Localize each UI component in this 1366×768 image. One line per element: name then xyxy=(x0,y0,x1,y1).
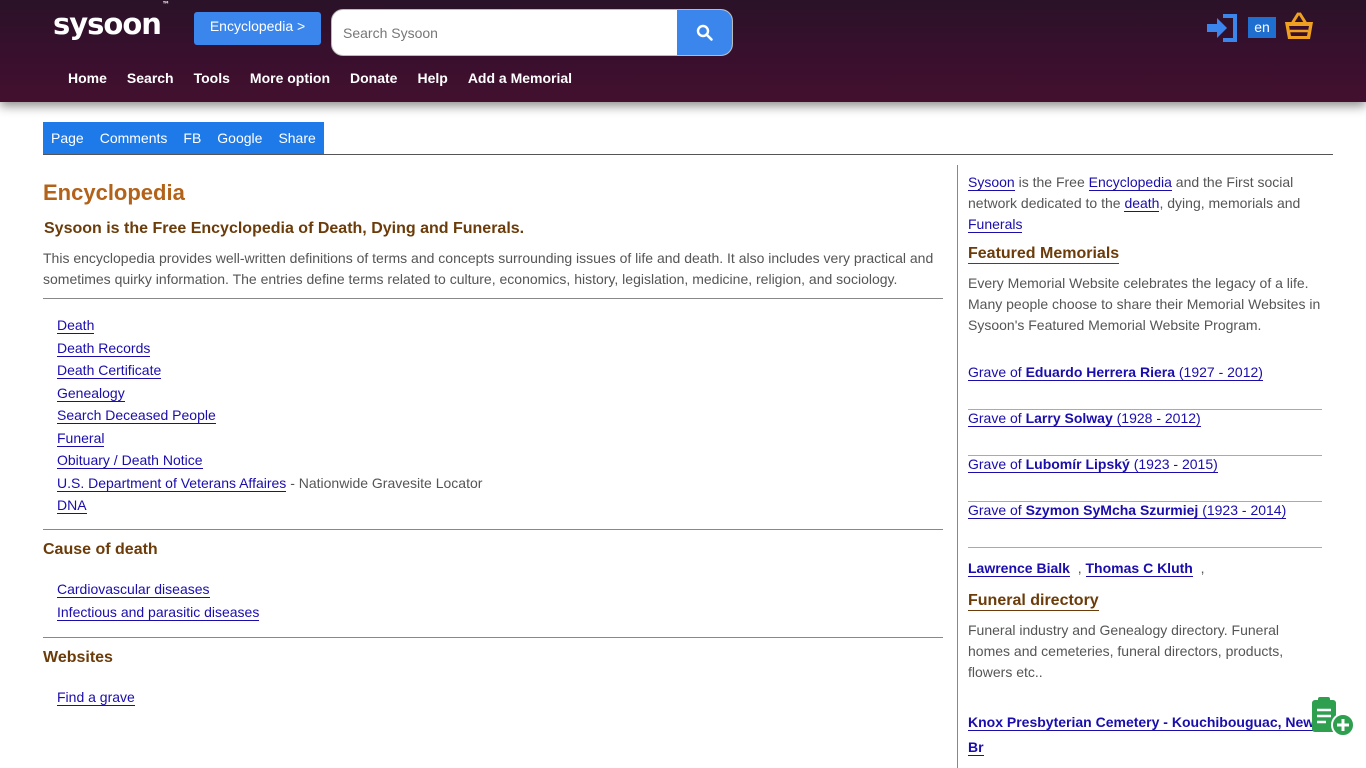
featured-memorials-heading[interactable]: Featured Memorials xyxy=(968,245,1120,264)
tab-page[interactable]: Page xyxy=(43,122,92,154)
site-header: sysoon™ Encyclopedia > Home Search Tools… xyxy=(0,0,1366,102)
nav-tools[interactable]: Tools xyxy=(184,70,240,86)
divider xyxy=(43,298,943,299)
search-button[interactable] xyxy=(677,10,732,55)
funeral-directory-text: Funeral industry and Genealogy directory… xyxy=(968,622,1284,680)
link-funerals[interactable]: Funerals xyxy=(968,216,1023,233)
link-suffix: - Nationwide Gravesite Locator xyxy=(286,474,483,491)
link-veterans-affaires[interactable]: U.S. Department of Veterans Affaires xyxy=(57,474,287,492)
language-selector[interactable]: en xyxy=(1248,17,1276,38)
divider xyxy=(43,637,943,638)
grave-link[interactable]: Grave of Szymon SyMcha Szurmiej (1923 - … xyxy=(968,502,1287,519)
list-item: Genealogy xyxy=(57,382,482,405)
nav-more-option[interactable]: More option xyxy=(240,70,340,86)
list-item: Death Certificate xyxy=(57,359,482,382)
link-find-a-grave[interactable]: Find a grave xyxy=(57,689,135,706)
list-item: Death xyxy=(57,314,482,337)
link-death-topic[interactable]: death xyxy=(1124,195,1160,212)
tab-fb[interactable]: FB xyxy=(175,122,209,154)
tab-share[interactable]: Share xyxy=(270,122,323,154)
site-logo[interactable]: sysoon™ xyxy=(53,0,170,41)
link-death[interactable]: Death xyxy=(57,317,95,334)
intro-text: This encyclopedia provides well-written … xyxy=(43,250,934,287)
list-item: Cardiovascular diseases xyxy=(57,578,259,601)
sidebar: Sysoon is the Free Encyclopedia and the … xyxy=(957,165,1337,768)
websites-heading: Websites xyxy=(43,649,113,666)
add-note-icon[interactable] xyxy=(1308,696,1356,745)
list-item: U.S. Department of Veterans Affaires - N… xyxy=(57,472,482,495)
main-nav: Home Search Tools More option Donate Hel… xyxy=(58,70,582,86)
grave-item: Grave of Eduardo Herrera Riera (1927 - 2… xyxy=(968,364,1322,410)
nav-home[interactable]: Home xyxy=(58,70,117,86)
grave-link[interactable]: Grave of Lubomír Lipský (1923 - 2015) xyxy=(968,456,1218,473)
link-encyclopedia[interactable]: Encyclopedia xyxy=(1088,174,1172,191)
basket-icon[interactable] xyxy=(1284,12,1314,45)
nav-help[interactable]: Help xyxy=(407,70,457,86)
nav-donate[interactable]: Donate xyxy=(340,70,407,86)
page-title: Encyclopedia xyxy=(43,180,185,205)
grave-item: Grave of Larry Solway (1928 - 2012) xyxy=(968,410,1322,456)
link-death-records[interactable]: Death Records xyxy=(57,339,151,357)
person-link[interactable]: Thomas C Kluth xyxy=(1085,560,1193,577)
nav-search[interactable]: Search xyxy=(117,70,184,86)
list-item: Find a grave xyxy=(57,686,135,709)
tab-comments[interactable]: Comments xyxy=(92,122,176,154)
search-icon xyxy=(696,24,713,41)
list-item: Obituary / Death Notice xyxy=(57,449,482,472)
link-dna[interactable]: DNA xyxy=(57,497,87,514)
nav-add-memorial[interactable]: Add a Memorial xyxy=(458,70,582,86)
logo-trademark: ™ xyxy=(161,0,170,10)
link-funeral[interactable]: Funeral xyxy=(57,429,105,447)
grave-link[interactable]: Grave of Larry Solway (1928 - 2012) xyxy=(968,410,1201,427)
search-bar xyxy=(331,9,733,56)
login-icon[interactable] xyxy=(1205,13,1239,48)
person-link[interactable]: Lawrence Bialk xyxy=(968,560,1070,577)
sidebar-intro: Sysoon is the Free Encyclopedia and the … xyxy=(968,174,1301,233)
list-item: DNA xyxy=(57,494,482,517)
list-item: Funeral xyxy=(57,427,482,450)
cause-of-death-heading: Cause of death xyxy=(43,541,158,558)
knox-cemetery-item: Knox Presbyterian Cemetery - Kouchibougu… xyxy=(968,710,1318,760)
grave-link[interactable]: Grave of Eduardo Herrera Riera (1927 - 2… xyxy=(968,364,1263,381)
knox-cemetery-link[interactable]: Knox Presbyterian Cemetery - Kouchibougu… xyxy=(968,714,1315,756)
people-list: Lawrence Bialk , Thomas C Kluth , xyxy=(968,560,1205,577)
list-item: Infectious and parasitic diseases xyxy=(57,601,260,624)
link-obituary[interactable]: Obituary / Death Notice xyxy=(57,452,203,469)
grave-item: Grave of Lubomír Lipský (1923 - 2015) xyxy=(968,456,1322,502)
link-search-deceased[interactable]: Search Deceased People xyxy=(57,407,216,424)
link-sysoon[interactable]: Sysoon xyxy=(968,174,1015,191)
link-death-certificate[interactable]: Death Certificate xyxy=(57,362,162,379)
list-item: Death Records xyxy=(57,337,482,360)
search-input[interactable] xyxy=(332,10,677,55)
list-item: Search Deceased People xyxy=(57,404,482,427)
tabs-divider xyxy=(43,154,1333,155)
cause-links: Cardiovascular diseases Infectious and p… xyxy=(57,578,260,624)
grave-item: Grave of Szymon SyMcha Szurmiej (1923 - … xyxy=(968,502,1322,548)
link-genealogy[interactable]: Genealogy xyxy=(57,384,125,402)
link-infectious[interactable]: Infectious and parasitic diseases xyxy=(57,603,260,621)
page-tabs: Page Comments FB Google Share xyxy=(43,122,324,154)
link-cardiovascular[interactable]: Cardiovascular diseases xyxy=(57,581,210,598)
website-links: Find a grave xyxy=(57,686,135,709)
logo-text: sysoon xyxy=(53,7,162,41)
page-subtitle: Sysoon is the Free Encyclopedia of Death… xyxy=(44,220,525,237)
featured-text: Every Memorial Website celebrates the le… xyxy=(968,275,1321,333)
divider xyxy=(43,529,943,530)
funeral-directory-heading[interactable]: Funeral directory xyxy=(968,592,1099,611)
encyclopedia-links: Death Death Records Death Certificate Ge… xyxy=(57,314,482,517)
section-button[interactable]: Encyclopedia > xyxy=(194,12,321,45)
tab-google[interactable]: Google xyxy=(209,122,270,154)
